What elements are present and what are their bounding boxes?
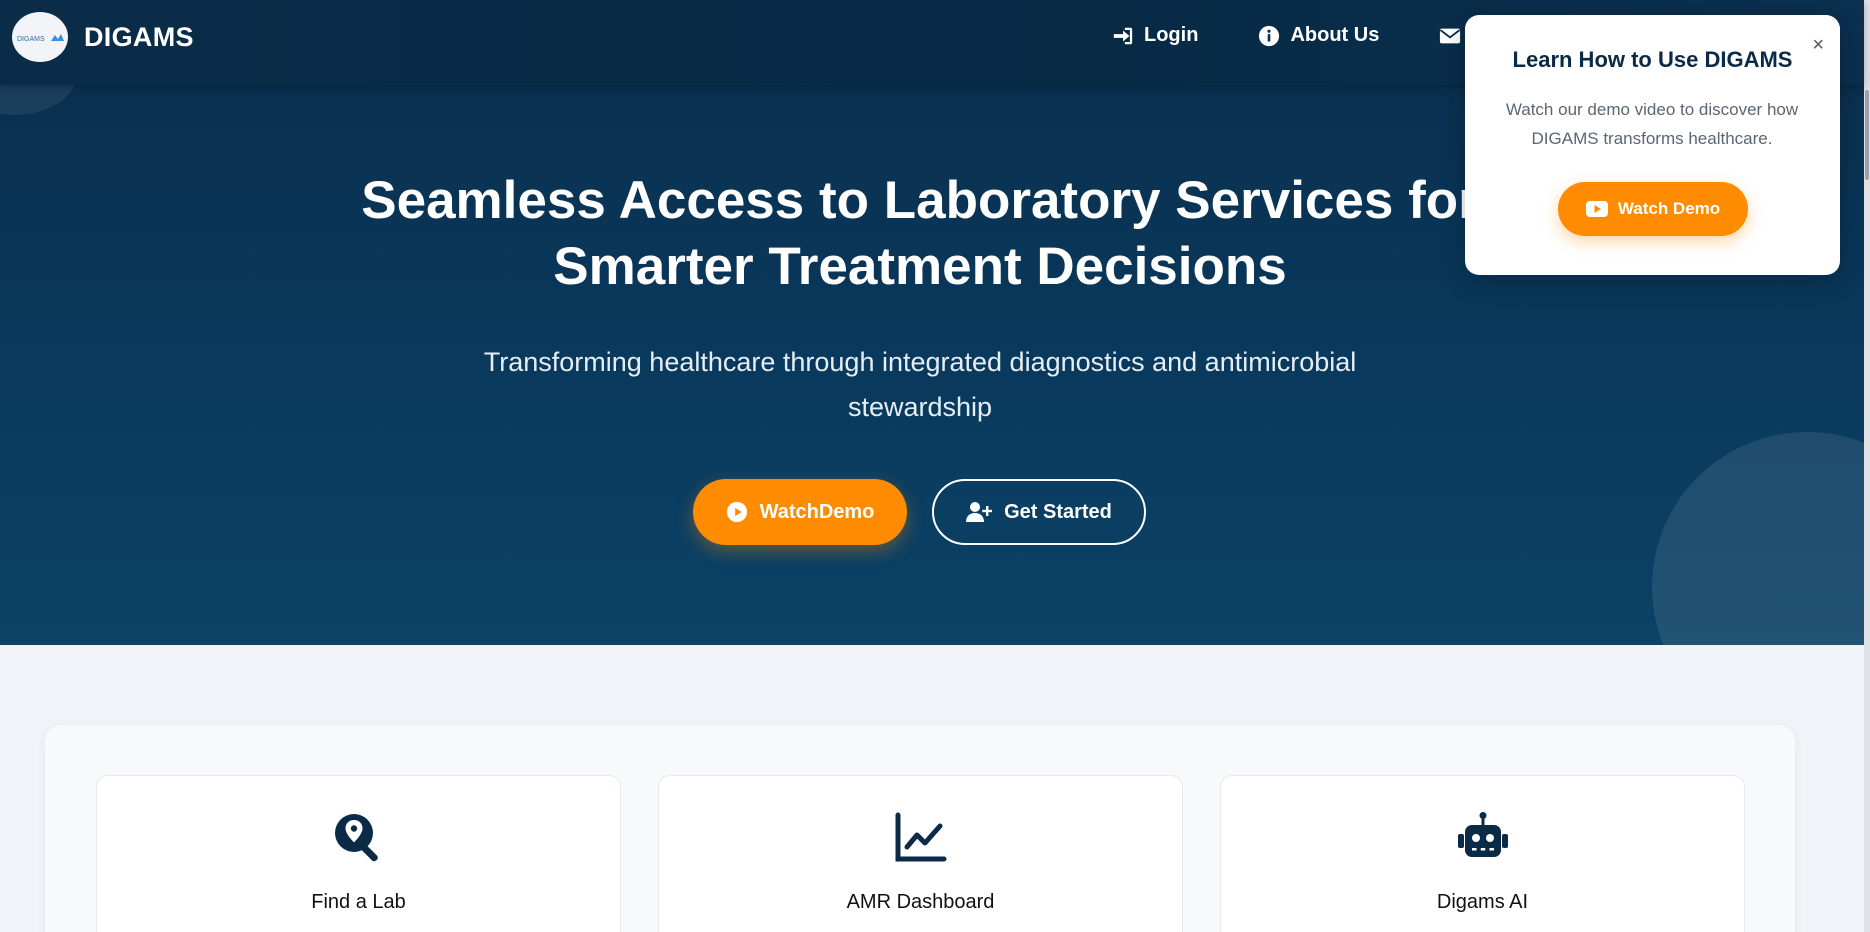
robot-icon bbox=[1457, 812, 1508, 857]
line-chart-icon bbox=[895, 812, 946, 862]
decorative-circle bbox=[1652, 432, 1864, 645]
hero-title: Seamless Access to Laboratory Services f… bbox=[361, 171, 1479, 296]
play-circle-icon bbox=[726, 501, 747, 523]
youtube-icon bbox=[1585, 201, 1608, 217]
feature-card-amr-dashboard[interactable]: AMR Dashboard bbox=[658, 775, 1183, 932]
nav-about-label: About Us bbox=[1290, 24, 1380, 46]
nav-about[interactable]: About Us bbox=[1258, 24, 1379, 47]
feature-label: Find a Lab bbox=[311, 891, 406, 913]
get-started-button[interactable]: Get Started bbox=[932, 479, 1146, 545]
feature-label: AMR Dashboard bbox=[846, 891, 995, 913]
watch-demo-label: WatchDemo bbox=[759, 500, 875, 523]
feature-card-find-lab[interactable]: Find a Lab bbox=[96, 775, 621, 932]
login-icon bbox=[1113, 27, 1133, 44]
nav-login-label: Login bbox=[1144, 24, 1199, 46]
scrollbar-thumb[interactable] bbox=[1865, 90, 1869, 180]
popup-title: Learn How to Use DIGAMS bbox=[1512, 47, 1793, 72]
hero-subtitle: Transforming healthcare through integrat… bbox=[483, 347, 1357, 422]
envelope-icon bbox=[1440, 28, 1461, 43]
watch-demo-button[interactable]: WatchDemo bbox=[693, 479, 907, 545]
popup-watch-demo-label: Watch Demo bbox=[1617, 199, 1721, 218]
feature-label: Digams AI bbox=[1436, 891, 1529, 913]
search-location-icon bbox=[334, 814, 378, 862]
logo-text: DIGAMS bbox=[17, 36, 45, 43]
logo: DIGAMS bbox=[12, 12, 68, 62]
brand-name: DIGAMS bbox=[84, 21, 194, 52]
brand[interactable]: DIGAMS DIGAMS bbox=[12, 12, 194, 62]
nav-login[interactable]: Login bbox=[1112, 24, 1198, 47]
get-started-label: Get Started bbox=[1004, 500, 1112, 523]
popup-text: Watch our demo video to discover how DIG… bbox=[1505, 100, 1799, 148]
nav-links: Login About Us bbox=[1112, 24, 1471, 47]
demo-popup: × Learn How to Use DIGAMS Watch our demo… bbox=[1465, 15, 1840, 275]
info-icon bbox=[1259, 25, 1280, 46]
feature-card-digams-ai[interactable]: Digams AI bbox=[1220, 775, 1745, 932]
popup-watch-demo-button[interactable]: Watch Demo bbox=[1558, 182, 1748, 236]
user-plus-icon bbox=[966, 502, 993, 522]
